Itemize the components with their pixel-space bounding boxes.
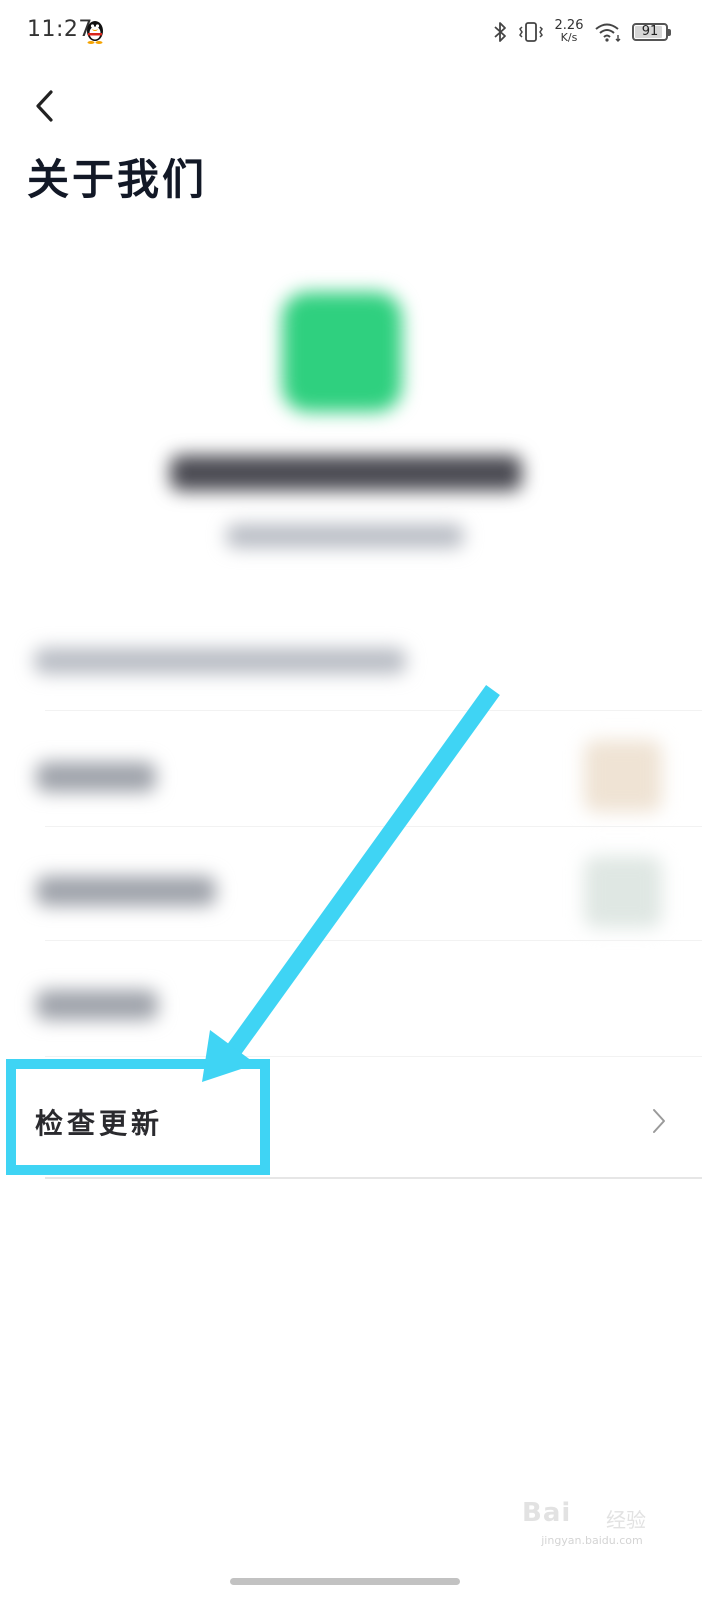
- status-icons: 2.26 K/s 91: [492, 16, 671, 48]
- company-info-blurred: [34, 648, 406, 674]
- vibrate-icon: [519, 22, 543, 42]
- watermark-logo: Bai: [522, 1498, 572, 1528]
- check-update-item[interactable]: 检查更新: [0, 1066, 702, 1178]
- network-speed: 2.26 K/s: [554, 19, 584, 44]
- divider: [45, 1177, 702, 1179]
- list-item-blurred-2[interactable]: [36, 876, 216, 906]
- check-update-label: 检查更新: [35, 1107, 164, 1140]
- chevron-right-icon: [653, 1109, 665, 1133]
- bluetooth-icon: [494, 22, 506, 42]
- app-version-blurred: [226, 524, 464, 548]
- app-name-blurred: [170, 455, 522, 491]
- divider: [45, 1056, 702, 1057]
- list-item-blurred-1[interactable]: [36, 762, 156, 792]
- status-bar: 11:27 2.26 K/s 91: [0, 0, 702, 66]
- watermark-logo-cn: 经验: [606, 1508, 646, 1532]
- list-item-thumbnail-1: [584, 740, 662, 812]
- home-indicator[interactable]: [230, 1578, 460, 1585]
- page-title: 关于我们: [27, 155, 208, 204]
- app-icon: [282, 292, 402, 412]
- list-item-blurred-3[interactable]: [36, 990, 158, 1020]
- baidu-watermark: Bai 经验 jingyan.baidu.com: [522, 1490, 662, 1550]
- status-time: 11:27: [27, 17, 93, 42]
- list-item-thumbnail-2: [584, 856, 662, 928]
- qq-penguin-icon: [87, 21, 103, 44]
- battery-percent: 91: [641, 24, 659, 39]
- divider: [45, 826, 702, 827]
- battery-indicator: 91: [632, 23, 671, 41]
- chevron-left-icon: [36, 90, 53, 122]
- divider: [45, 940, 702, 941]
- wifi-icon: [595, 23, 621, 42]
- network-speed-unit: K/s: [560, 31, 578, 44]
- back-button[interactable]: [24, 84, 64, 128]
- watermark-url: jingyan.baidu.com: [541, 1534, 643, 1547]
- divider: [45, 710, 702, 711]
